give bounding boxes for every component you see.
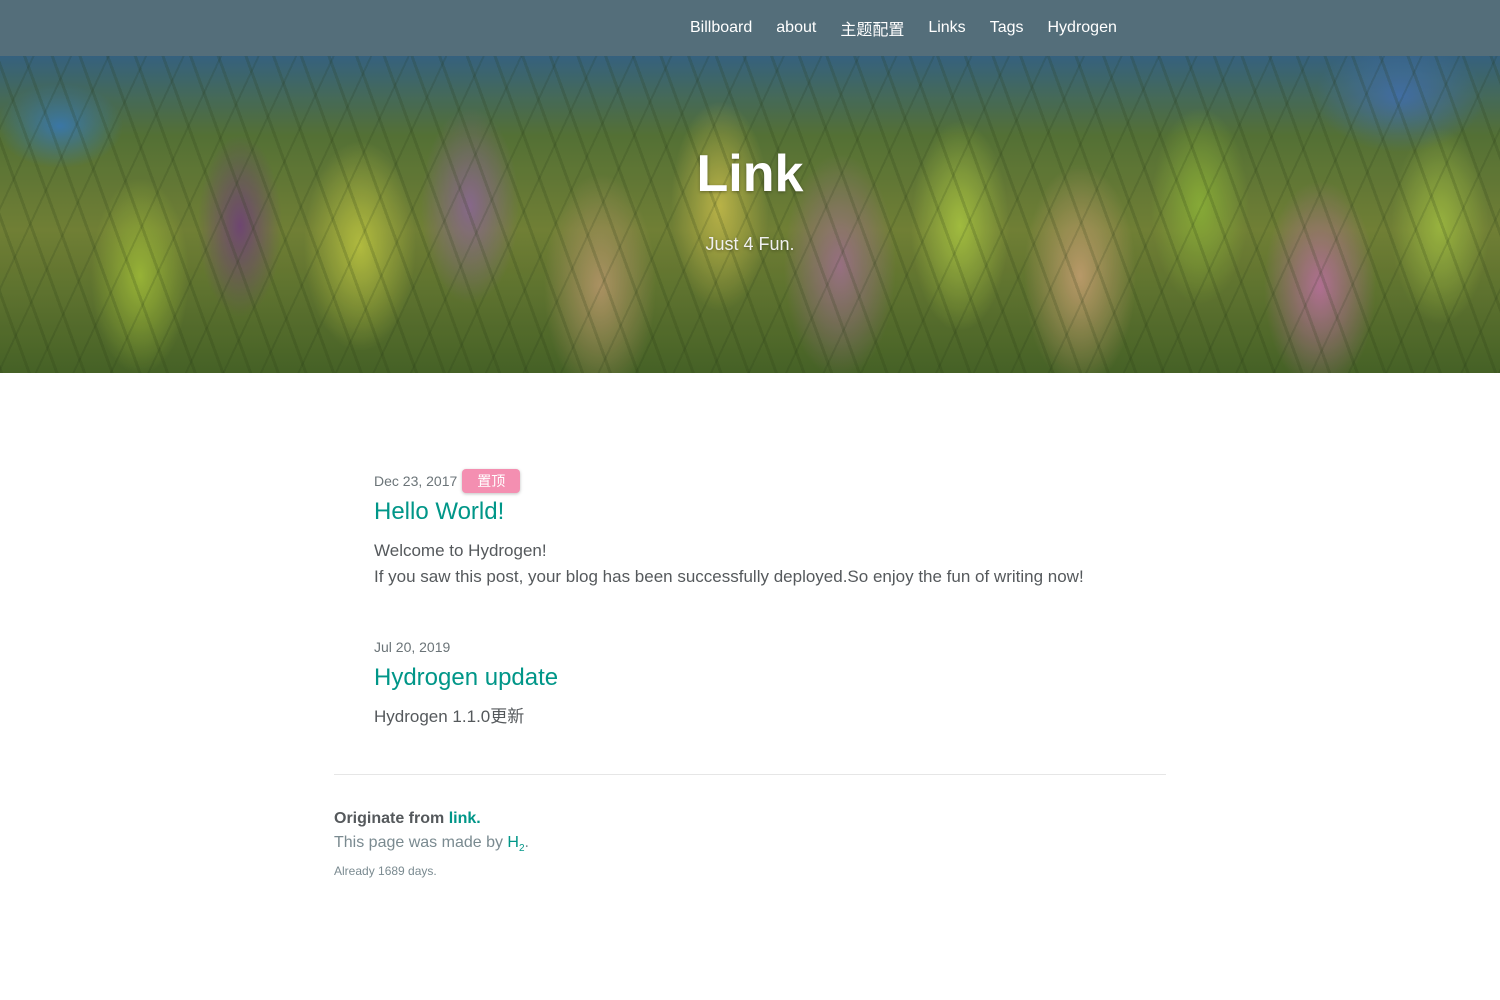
nav-item-tags[interactable]: Tags	[990, 19, 1024, 37]
footer-made-by: This page was made by H2.	[334, 834, 529, 855]
nav-item-about[interactable]: about	[776, 19, 816, 37]
nav-item-hydrogen[interactable]: Hydrogen	[1047, 19, 1116, 37]
nav-links: Billboard about 主题配置 Links Tags Hydrogen	[690, 0, 1117, 56]
post-excerpt-line: Hydrogen 1.1.0更新	[374, 707, 525, 726]
post-meta: Dec 23, 2017 置顶	[374, 468, 1174, 494]
nav-item-billboard[interactable]: Billboard	[690, 19, 752, 37]
page-footer: Originate from link. This page was made …	[334, 808, 1166, 878]
nav-item-links[interactable]: Links	[928, 19, 965, 37]
footer-days-count: Already 1689 days.	[334, 864, 437, 879]
footer-origin-link[interactable]: link	[449, 810, 477, 827]
site-subtitle: Just 4 Fun.	[705, 234, 795, 254]
footer-divider	[334, 774, 1166, 775]
top-navbar: Billboard about 主题配置 Links Tags Hydrogen	[0, 0, 1500, 56]
post-item: Dec 23, 2017 置顶 Hello World! Welcome to …	[374, 468, 1174, 590]
post-date: Dec 23, 2017	[374, 473, 458, 489]
footer-originate: Originate from link.	[334, 810, 481, 827]
pinned-badge: 置顶	[462, 469, 521, 493]
post-excerpt: Welcome to Hydrogen! If you saw this pos…	[374, 538, 1174, 590]
post-title-link[interactable]: Hydrogen update	[374, 664, 1174, 692]
post-excerpt-line: Welcome to Hydrogen!	[374, 541, 547, 560]
footer-hydrogen-link[interactable]: H2	[507, 834, 524, 854]
post-excerpt-line: If you saw this post, your blog has been…	[374, 567, 1084, 586]
nav-item-theme-config[interactable]: 主题配置	[840, 16, 904, 40]
site-title: Link	[696, 145, 804, 203]
hero-banner: Link Just 4 Fun.	[0, 56, 1500, 373]
post-date: Jul 20, 2019	[374, 639, 451, 655]
post-item: Jul 20, 2019 Hydrogen update Hydrogen 1.…	[374, 634, 1174, 730]
post-meta: Jul 20, 2019	[374, 634, 1174, 660]
post-title-link[interactable]: Hello World!	[374, 498, 1174, 526]
post-excerpt: Hydrogen 1.1.0更新	[374, 704, 1174, 730]
